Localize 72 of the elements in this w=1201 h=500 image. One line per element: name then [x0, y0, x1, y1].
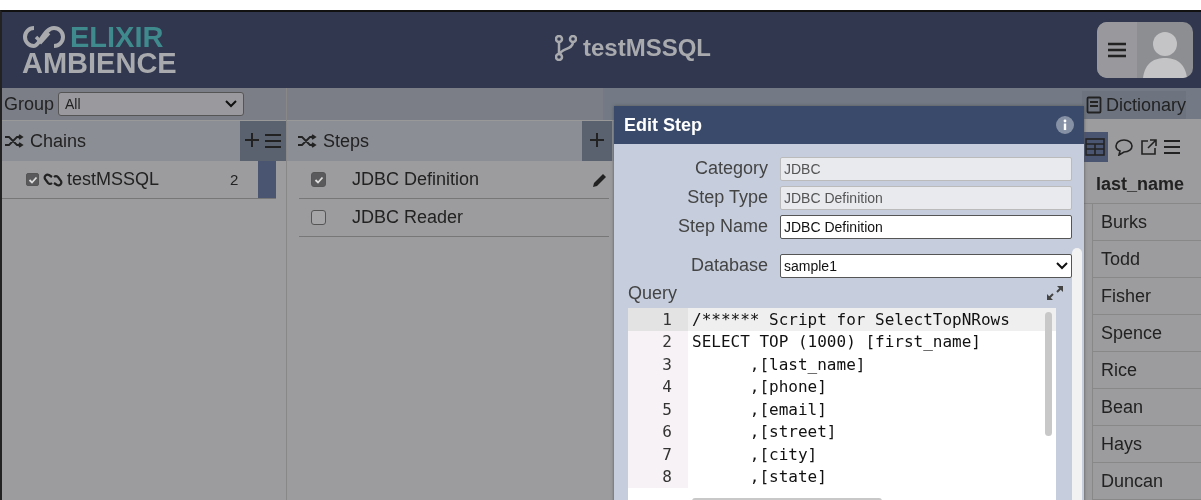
menu-icon[interactable] [1164, 138, 1180, 155]
field-label: Category [693, 158, 768, 179]
table-cell: Spence [1101, 322, 1163, 344]
line-number: 6 [628, 420, 688, 443]
step-name[interactable]: JDBC Reader [326, 207, 609, 228]
external-link-icon[interactable] [1140, 137, 1158, 156]
field-label: Step Type [686, 187, 768, 208]
code-line: ,[city] [748, 443, 819, 466]
line-number: 7 [628, 443, 688, 466]
logo-text: ELIXIR [70, 24, 164, 50]
line-number: 8 [628, 465, 688, 488]
menu-icon [1107, 41, 1127, 59]
check-icon [27, 174, 38, 185]
chevron-down-icon [1056, 261, 1068, 270]
field-label: Step Name [676, 216, 768, 237]
code-line: SELECT TOP (1000) [first_name] [691, 331, 982, 353]
table-cell: Rice [1101, 359, 1137, 381]
shuffle-icon [4, 134, 24, 148]
branch-icon [555, 35, 577, 61]
table-cell: Fisher [1101, 285, 1151, 307]
line-number: 2 [628, 330, 688, 353]
group-dropdown[interactable]: All [58, 92, 245, 116]
query-editor[interactable]: 1 /****** Script for SelectTopNRows 2 SELECT TOP (1000) [first_name] 3 ,[last_name] 4 ,[phone] 5 ,[email] 6 ,[street] 7 ,[city] 8 ,[state] [628, 308, 1056, 500]
check-icon [313, 174, 324, 185]
code-line: ,[email] [748, 398, 828, 421]
expand-icon[interactable] [1046, 285, 1064, 301]
logo-icon [22, 24, 68, 50]
step-name[interactable]: JDBC Definition [326, 169, 591, 190]
checkbox[interactable] [311, 210, 326, 225]
line-number: 5 [628, 398, 688, 421]
panel-title: Chains [30, 130, 88, 152]
scrollbar[interactable] [1072, 248, 1082, 500]
link-icon [43, 171, 63, 188]
code-line: ,[street] [748, 421, 838, 443]
book-icon [1086, 96, 1102, 115]
dialog-title: Edit Step [624, 114, 702, 136]
comment-icon[interactable] [1114, 137, 1134, 156]
plus-icon [589, 132, 605, 148]
code-line: ,[last_name] [748, 353, 867, 376]
code-line: ,[phone] [748, 376, 828, 398]
plus-icon [244, 132, 260, 148]
field-label: Database [689, 255, 768, 276]
chain-name[interactable]: testMSSQL [67, 169, 226, 190]
info-icon[interactable] [1056, 116, 1074, 134]
column-header: last_name [1095, 174, 1185, 196]
checkbox[interactable] [311, 172, 326, 187]
chain-marker [258, 161, 276, 198]
database-dropdown[interactable]: sample1 [780, 253, 1072, 278]
menu-icon[interactable] [264, 133, 282, 149]
line-number: 1 [628, 308, 688, 331]
logo-subtext: AMBIENCE [22, 50, 177, 76]
line-number: 4 [628, 375, 688, 398]
dictionary-tab[interactable]: Dictionary [1082, 91, 1187, 120]
field-label: Query [628, 282, 678, 304]
step-count: 2 [230, 171, 240, 188]
panel-title: Steps [323, 130, 370, 152]
text-field[interactable]: JDBC Definition [780, 214, 1072, 239]
group-label: Group [4, 93, 55, 115]
table-cell: Bean [1101, 396, 1144, 418]
line-number: 3 [628, 353, 688, 376]
code-line: ,[state] [748, 466, 828, 488]
shuffle-icon [297, 134, 317, 148]
add-button[interactable] [582, 121, 612, 161]
table-cell: Burks [1101, 211, 1147, 233]
table-cell: Hays [1101, 433, 1142, 455]
scrollbar[interactable] [1045, 312, 1052, 436]
table-cell: Todd [1101, 248, 1141, 270]
checkbox[interactable] [26, 173, 39, 186]
chain-title: testMSSQL [583, 34, 711, 62]
table-cell: Duncan [1101, 470, 1164, 492]
chevron-down-icon [225, 100, 238, 108]
menu-button[interactable] [1097, 22, 1137, 78]
